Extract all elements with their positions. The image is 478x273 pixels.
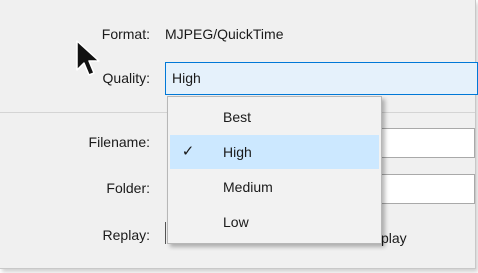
- checkmark-icon: ✓: [181, 143, 195, 160]
- filename-input[interactable]: [378, 128, 475, 158]
- format-value: MJPEG/QuickTime: [165, 26, 284, 42]
- dropdown-option-best[interactable]: Best: [170, 100, 379, 134]
- replay-option-text[interactable]: play: [381, 230, 407, 246]
- replay-label: Replay:: [102, 227, 150, 243]
- quality-dropdown[interactable]: High: [165, 62, 478, 95]
- quality-selected-value: High: [172, 70, 201, 86]
- mouse-pointer-icon: [76, 40, 100, 76]
- filename-label: Filename:: [88, 134, 150, 150]
- quality-dropdown-menu: Best ✓ High Medium Low: [167, 96, 382, 244]
- dropdown-option-high[interactable]: ✓ High: [170, 135, 379, 169]
- export-settings-panel: Format: MJPEG/QuickTime Quality: High Fi…: [0, 0, 478, 269]
- folder-label: Folder:: [106, 180, 150, 196]
- dropdown-option-medium[interactable]: Medium: [170, 170, 379, 204]
- dropdown-option-low[interactable]: Low: [170, 205, 379, 239]
- folder-input[interactable]: [378, 174, 475, 204]
- replay-control-edge: [165, 222, 166, 244]
